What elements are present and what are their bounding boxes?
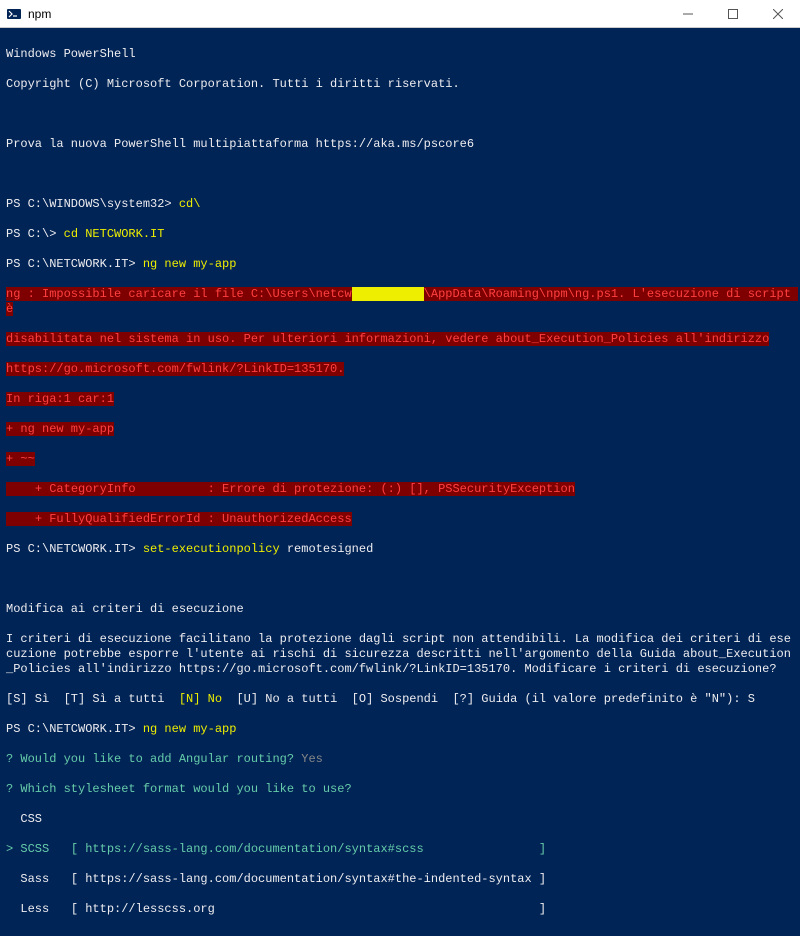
prompt-path: PS C:\NETCWORK.IT> [6, 542, 136, 556]
ng-answer: Yes [301, 752, 323, 766]
prompt-path: PS C:\> [6, 227, 56, 241]
prompt-line: PS C:\WINDOWS\system32> cd\ [6, 197, 794, 212]
prompt-line: PS C:\NETCWORK.IT> ng new my-app [6, 257, 794, 272]
try-new-line: Prova la nuova PowerShell multipiattafor… [6, 137, 794, 152]
error-line: + CategoryInfo : Errore di protezione: (… [6, 482, 794, 497]
prompt-cmd: ng new my-app [136, 257, 237, 271]
prompt-path: PS C:\WINDOWS\system32> [6, 197, 172, 211]
prompt-cmd: set-executionpolicy [136, 542, 280, 556]
terminal-output[interactable]: Windows PowerShell Copyright (C) Microso… [0, 28, 800, 936]
stylesheet-option-sass: Sass [ https://sass-lang.com/documentati… [6, 872, 794, 887]
titlebar: npm [0, 0, 800, 28]
error-line: disabilitata nel sistema in uso. Per ult… [6, 332, 794, 347]
prompt-cmd: ng new my-app [136, 722, 237, 736]
prompt-cmd: cd\ [172, 197, 201, 211]
prompt-line: PS C:\> cd NETCWORK.IT [6, 227, 794, 242]
error-line: + FullyQualifiedErrorId : UnauthorizedAc… [6, 512, 794, 527]
prompt-path: PS C:\NETCWORK.IT> [6, 722, 136, 736]
policy-body: I criteri di esecuzione facilitano la pr… [6, 632, 794, 677]
error-line: In riga:1 car:1 [6, 392, 794, 407]
prompt-path: PS C:\NETCWORK.IT> [6, 257, 136, 271]
header-line: Windows PowerShell [6, 47, 794, 62]
policy-options: [S] Sì [T] Sì a tutti [N] No [U] No a tu… [6, 692, 794, 707]
ng-question: ? Would you like to add Angular routing?… [6, 752, 794, 767]
blank-line [6, 167, 794, 182]
prompt-line: PS C:\NETCWORK.IT> ng new my-app [6, 722, 794, 737]
ng-question: ? Which stylesheet format would you like… [6, 782, 794, 797]
stylesheet-option-less: Less [ http://lesscss.org ] [6, 902, 794, 917]
error-line: https://go.microsoft.com/fwlink/?LinkID=… [6, 362, 794, 377]
close-button[interactable] [755, 0, 800, 27]
stylesheet-option-css: CSS [6, 812, 794, 827]
prompt-line: PS C:\NETCWORK.IT> set-executionpolicy r… [6, 542, 794, 557]
window-title: npm [28, 7, 665, 21]
error-line: + ~~ [6, 452, 794, 467]
minimize-button[interactable] [665, 0, 710, 27]
blank-line [6, 107, 794, 122]
stylesheet-option-scss-selected: > SCSS [ https://sass-lang.com/documenta… [6, 842, 794, 857]
policy-title: Modifica ai criteri di esecuzione [6, 602, 794, 617]
copyright-line: Copyright (C) Microsoft Corporation. Tut… [6, 77, 794, 92]
powershell-icon [6, 6, 22, 22]
blank-line [6, 572, 794, 587]
maximize-button[interactable] [710, 0, 755, 27]
error-line: + ng new my-app [6, 422, 794, 437]
redacted-text: XXXXXXXXXX [352, 287, 424, 301]
window-controls [665, 0, 800, 27]
prompt-cmd: cd NETCWORK.IT [56, 227, 164, 241]
error-line: ng : Impossibile caricare il file C:\Use… [6, 287, 794, 317]
